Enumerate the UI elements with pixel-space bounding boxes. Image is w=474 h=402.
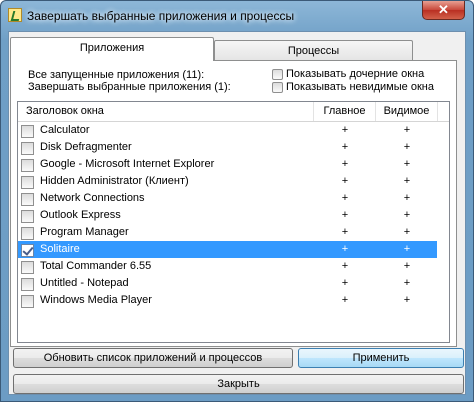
row-checkbox[interactable] [21,142,34,155]
row-main-flag: + [341,141,349,153]
row-visible-flag: + [403,277,411,289]
column-main[interactable]: Главное [314,102,376,121]
row-main-flag: + [341,226,349,238]
column-window-title[interactable]: Заголовок окна [18,102,314,121]
row-checkbox[interactable] [21,278,34,291]
row-window-title: Solitaire [40,243,80,255]
row-visible-flag: + [403,175,411,187]
row-visible-flag: + [403,124,411,136]
list-item[interactable]: Total Commander 6.55 + + [18,258,437,275]
row-checkbox[interactable] [21,295,34,308]
window-close-button[interactable]: ✕ [422,1,465,20]
row-window-title: Outlook Express [40,209,121,221]
refresh-list-button[interactable]: Обновить список приложений и процессов [13,348,293,368]
list-item[interactable]: Hidden Administrator (Клиент) + + [18,173,437,190]
list-item[interactable]: Calculator + + [18,122,437,139]
row-visible-flag: + [403,209,411,221]
show-invisible-windows-label[interactable]: Показывать невидимые окна [286,81,434,93]
list-item[interactable]: Solitaire + + [18,241,437,258]
list-item[interactable]: Outlook Express + + [18,207,437,224]
all-running-count: Все запущенные приложения (11): [28,69,205,81]
show-child-windows-checkbox[interactable] [272,69,283,80]
list-item[interactable]: Untitled - Notepad + + [18,275,437,292]
row-main-flag: + [341,277,349,289]
row-main-flag: + [341,158,349,170]
row-main-flag: + [341,124,349,136]
row-window-title: Disk Defragmenter [40,141,132,153]
app-icon [8,8,22,22]
row-checkbox[interactable] [21,244,34,257]
row-window-title: Program Manager [40,226,129,238]
row-visible-flag: + [403,294,411,306]
terminate-selected-count: Завершать выбранные приложения (1): [28,81,231,93]
list-item[interactable]: Windows Media Player + + [18,292,437,309]
show-child-windows-label[interactable]: Показывать дочерние окна [286,68,424,80]
row-visible-flag: + [403,141,411,153]
column-visible[interactable]: Видимое [376,102,438,121]
apply-button[interactable]: Применить [298,348,464,368]
row-visible-flag: + [403,260,411,272]
row-main-flag: + [341,175,349,187]
row-checkbox[interactable] [21,125,34,138]
row-visible-flag: + [403,158,411,170]
row-window-title: Hidden Administrator (Клиент) [40,175,189,187]
row-window-title: Total Commander 6.55 [40,260,152,272]
row-window-title: Windows Media Player [40,294,152,306]
row-checkbox[interactable] [21,176,34,189]
applications-list[interactable]: Заголовок окна Главное Видимое Calculato… [17,101,450,343]
row-checkbox[interactable] [21,227,34,240]
row-window-title: Calculator [40,124,90,136]
list-item[interactable]: Google - Microsoft Internet Explorer + + [18,156,437,173]
tab-applications[interactable]: Приложения [10,37,214,61]
row-main-flag: + [341,209,349,221]
list-item[interactable]: Disk Defragmenter + + [18,139,437,156]
row-visible-flag: + [403,226,411,238]
tab-processes[interactable]: Процессы [214,40,413,62]
show-invisible-windows-checkbox[interactable] [272,82,283,93]
title-bar[interactable]: Завершать выбранные приложения и процесс… [1,1,473,31]
row-main-flag: + [341,260,349,272]
row-visible-flag: + [403,243,411,255]
row-window-title: Untitled - Notepad [40,277,129,289]
row-checkbox[interactable] [21,261,34,274]
row-window-title: Network Connections [40,192,145,204]
list-item[interactable]: Network Connections + + [18,190,437,207]
close-button[interactable]: Закрыть [13,374,464,394]
row-checkbox[interactable] [21,159,34,172]
row-window-title: Google - Microsoft Internet Explorer [40,158,215,170]
window-title: Завершать выбранные приложения и процесс… [27,9,295,23]
row-main-flag: + [341,243,349,255]
row-visible-flag: + [403,192,411,204]
client-area: Приложения Процессы Все запущенные прило… [8,31,466,395]
row-main-flag: + [341,294,349,306]
row-main-flag: + [341,192,349,204]
row-checkbox[interactable] [21,210,34,223]
list-item[interactable]: Program Manager + + [18,224,437,241]
list-header: Заголовок окна Главное Видимое [18,102,449,122]
row-checkbox[interactable] [21,193,34,206]
dialog-window: Завершать выбранные приложения и процесс… [0,0,474,402]
applications-panel: Все запущенные приложения (11): Завершат… [10,60,457,347]
